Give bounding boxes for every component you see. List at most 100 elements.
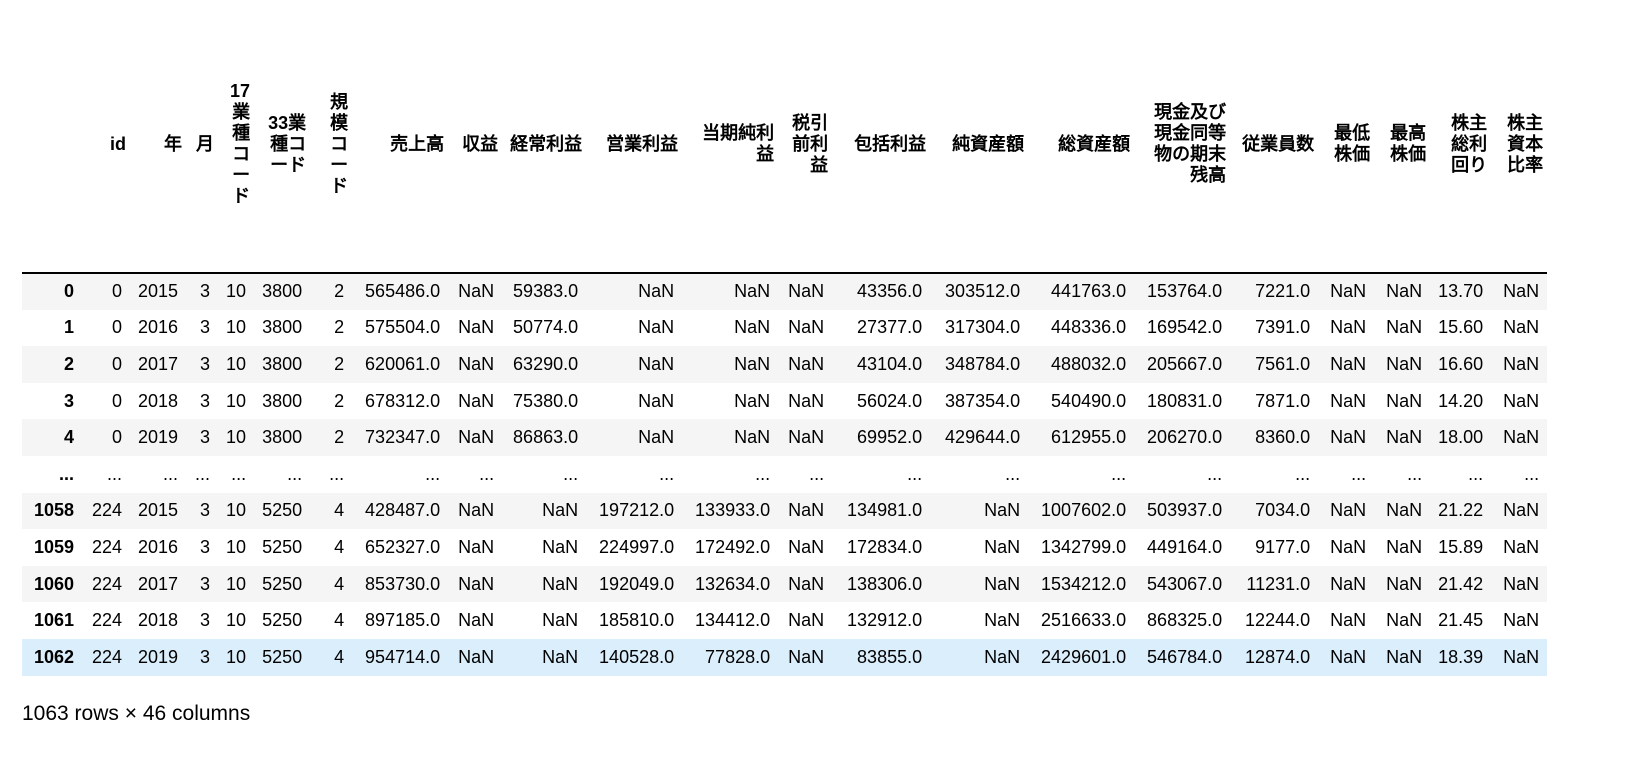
table-cell: NaN bbox=[542, 573, 579, 594]
table-row: 1060 224 2017 3 10 5250 4 853730.0 NaN NaN 192049.… bbox=[22, 565, 1548, 603]
column-header: 当期純利益 bbox=[702, 123, 775, 164]
table-cell: 3800 bbox=[262, 281, 303, 302]
table-cell: 2016 bbox=[138, 536, 179, 557]
table-cell: NaN bbox=[1386, 427, 1423, 448]
table-cell: ... bbox=[809, 463, 825, 484]
row-index: 1061 bbox=[33, 610, 74, 631]
table-cell: NaN bbox=[638, 353, 675, 374]
table-cell: 546784.0 bbox=[1147, 646, 1223, 667]
table-cell: 5250 bbox=[262, 536, 303, 557]
table-cell: ... bbox=[1005, 463, 1021, 484]
table-cell: 224 bbox=[91, 573, 122, 594]
table-cell: NaN bbox=[788, 317, 825, 338]
table-cell: NaN bbox=[458, 427, 495, 448]
column-header: 現金及び現金同等物の期末残高 bbox=[1154, 102, 1227, 185]
column-header: 株主総利回り bbox=[1451, 112, 1488, 175]
table-cell: ... bbox=[479, 463, 495, 484]
table-cell: 678312.0 bbox=[365, 390, 441, 411]
table-cell: 1007602.0 bbox=[1041, 500, 1127, 521]
dataframe-scroll-area[interactable]: id 年月 17業種コード 33業種コード 規模コード 売上高 収益 経常利益 営業利益 当期純利… bbox=[22, 16, 1610, 676]
table-cell: 21.22 bbox=[1438, 500, 1484, 521]
table-cell: 0 bbox=[111, 390, 122, 411]
table-cell: 15.60 bbox=[1438, 317, 1484, 338]
table-cell: 0 bbox=[111, 317, 122, 338]
table-cell: 10 bbox=[226, 353, 247, 374]
table-cell: ... bbox=[907, 463, 923, 484]
column-header: 純資産額 bbox=[952, 133, 1025, 154]
table-cell: NaN bbox=[1330, 646, 1367, 667]
table-cell: 0 bbox=[111, 281, 122, 302]
table-cell: 43104.0 bbox=[857, 353, 923, 374]
table-cell: 63290.0 bbox=[513, 353, 579, 374]
index-header bbox=[22, 16, 82, 273]
table-cell: ... bbox=[287, 463, 303, 484]
table-cell: 441763.0 bbox=[1051, 281, 1127, 302]
table-cell: 1342799.0 bbox=[1041, 536, 1127, 557]
row-index: 4 bbox=[63, 427, 74, 448]
column-header: 収益 bbox=[462, 133, 499, 154]
table-cell: NaN bbox=[638, 427, 675, 448]
table-cell: NaN bbox=[638, 390, 675, 411]
column-header: 包括利益 bbox=[854, 133, 927, 154]
table-cell: NaN bbox=[734, 390, 771, 411]
table-cell: 224 bbox=[91, 536, 122, 557]
table-cell: 224 bbox=[91, 610, 122, 631]
column-header: 営業利益 bbox=[606, 133, 679, 154]
table-cell: 5250 bbox=[262, 573, 303, 594]
table-row: 4 0 2019 3 10 3800 2 732347.0 NaN 86863.0 NaN NaN Na… bbox=[22, 419, 1548, 456]
table-cell: 5250 bbox=[262, 610, 303, 631]
table-cell: 21.45 bbox=[1438, 610, 1484, 631]
table-cell: NaN bbox=[1503, 500, 1540, 521]
table-cell: 59383.0 bbox=[513, 281, 579, 302]
table-cell: 16.60 bbox=[1438, 353, 1484, 374]
table-cell: ... bbox=[1111, 463, 1127, 484]
table-cell: 10 bbox=[226, 281, 247, 302]
table-cell: NaN bbox=[1503, 281, 1540, 302]
table-cell: NaN bbox=[1386, 353, 1423, 374]
table-cell: 3 bbox=[200, 573, 211, 594]
table-cell: NaN bbox=[542, 610, 579, 631]
table-cell: NaN bbox=[984, 610, 1021, 631]
table-cell: 197212.0 bbox=[599, 500, 675, 521]
table-cell: NaN bbox=[984, 500, 1021, 521]
table-cell: 12244.0 bbox=[1245, 610, 1311, 631]
table-cell: 303512.0 bbox=[945, 281, 1021, 302]
table-cell: ... bbox=[1295, 463, 1311, 484]
table-cell: NaN bbox=[458, 353, 495, 374]
table-cell: 488032.0 bbox=[1051, 353, 1127, 374]
table-cell: ... bbox=[425, 463, 441, 484]
table-cell: NaN bbox=[458, 390, 495, 411]
table-cell: 2 bbox=[334, 317, 345, 338]
table-cell: 224 bbox=[91, 646, 122, 667]
table-cell: 2018 bbox=[138, 390, 179, 411]
table-cell: NaN bbox=[984, 646, 1021, 667]
table-cell: NaN bbox=[458, 573, 495, 594]
table-cell: NaN bbox=[734, 353, 771, 374]
column-header: 従業員数 bbox=[1242, 133, 1315, 154]
table-cell: NaN bbox=[458, 610, 495, 631]
table-cell: 9177.0 bbox=[1255, 536, 1311, 557]
table-cell: NaN bbox=[734, 317, 771, 338]
dataframe-shape-note: 1063 rows × 46 columns bbox=[22, 702, 251, 725]
table-cell: 2019 bbox=[138, 646, 179, 667]
table-cell: 503937.0 bbox=[1147, 500, 1223, 521]
table-cell: NaN bbox=[788, 646, 825, 667]
table-cell: 0 bbox=[111, 427, 122, 448]
table-cell: 2 bbox=[334, 427, 345, 448]
table-row: 2 0 2017 3 10 3800 2 620061.0 NaN 63290.0 NaN NaN Na… bbox=[22, 346, 1548, 383]
row-index: ... bbox=[58, 463, 74, 484]
table-cell: NaN bbox=[1386, 536, 1423, 557]
table-cell: NaN bbox=[1330, 317, 1367, 338]
table-cell: 50774.0 bbox=[513, 317, 579, 338]
table-cell: 2019 bbox=[138, 427, 179, 448]
table-cell: ... bbox=[195, 463, 211, 484]
table-cell: NaN bbox=[788, 500, 825, 521]
table-cell: 448336.0 bbox=[1051, 317, 1127, 338]
table-cell: NaN bbox=[1386, 573, 1423, 594]
table-cell: 0 bbox=[111, 353, 122, 374]
column-header-row: id 年月 17業種コード 33業種コード 規模コード 売上高 収益 経常利益 営業利益 当期純利… bbox=[22, 16, 1548, 273]
column-header: 経常利益 bbox=[510, 133, 583, 154]
table-cell: 153764.0 bbox=[1147, 281, 1223, 302]
table-cell: 652327.0 bbox=[365, 536, 441, 557]
table-cell: 134981.0 bbox=[847, 500, 923, 521]
